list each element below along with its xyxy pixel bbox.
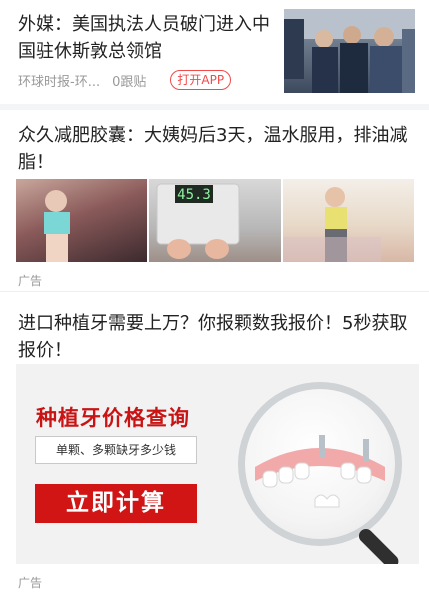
ad-banner[interactable]: 种植牙价格查询 单颗、多颗缺牙多少钱 立即计算 bbox=[16, 364, 419, 564]
banner-headline: 种植牙价格查询 bbox=[36, 406, 190, 430]
people-photo bbox=[284, 9, 415, 93]
news-feed: 外媒：美国执法人员破门进入中国驻休斯敦总领馆 环球时报-环... 0跟贴 打开A… bbox=[0, 0, 429, 602]
magnifier-icon bbox=[238, 382, 402, 546]
news-thumbnail[interactable] bbox=[284, 9, 415, 93]
ad-image-strip[interactable]: 45.3 bbox=[16, 179, 414, 262]
ad-title[interactable]: 众久减肥胶囊：大姨妈后3天，温水服用，排油减脂！ bbox=[18, 122, 413, 176]
ad-label: 广告 bbox=[18, 274, 43, 288]
calculate-now-button[interactable]: 立即计算 bbox=[35, 484, 197, 523]
divider bbox=[0, 291, 429, 292]
ad-image-woman-mirror[interactable] bbox=[16, 179, 148, 262]
ad-image-scale[interactable]: 45.3 bbox=[149, 179, 281, 262]
woman-figure bbox=[44, 190, 70, 262]
teeth-illustration bbox=[255, 435, 385, 508]
comment-count: 0跟贴 bbox=[112, 74, 147, 90]
ad-image-woman-gym[interactable] bbox=[282, 179, 414, 262]
news-title[interactable]: 外媒：美国执法人员破门进入中国驻休斯敦总领馆 bbox=[18, 11, 280, 65]
news-source: 环球时报-环... bbox=[18, 74, 101, 90]
scale-graphic: 45.3 bbox=[156, 183, 240, 259]
news-item[interactable]: 外媒：美国执法人员破门进入中国驻休斯敦总领馆 环球时报-环... 0跟贴 打开A… bbox=[0, 0, 429, 104]
ad-label: 广告 bbox=[18, 576, 43, 590]
banner-subtext: 单颗、多颗缺牙多少钱 bbox=[35, 436, 197, 464]
ad-title[interactable]: 进口种植牙需要上万？你报颗数我报价！5秒获取报价！ bbox=[18, 310, 413, 364]
woman-figure bbox=[282, 187, 381, 262]
news-meta: 环球时报-环... 0跟贴 打开APP bbox=[18, 70, 232, 90]
open-app-button[interactable]: 打开APP bbox=[170, 70, 232, 90]
divider bbox=[0, 104, 429, 110]
scale-reading: 45.3 bbox=[177, 187, 211, 203]
